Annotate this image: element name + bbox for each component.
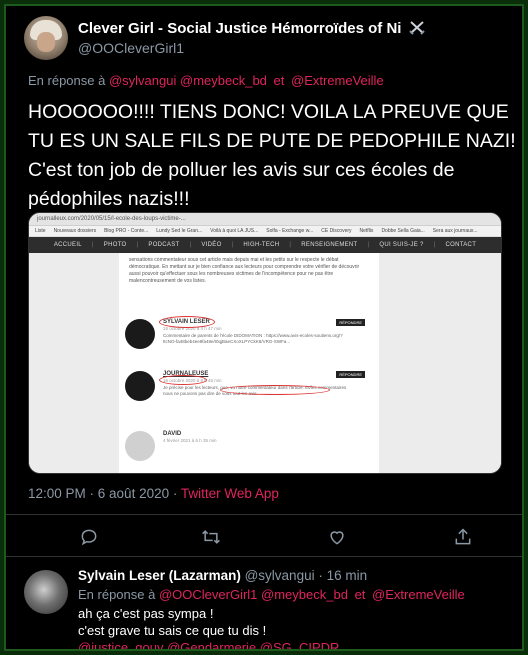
tweet-text-line: HOOOOOO!!!! TIENS DONC! VOILA LA PREUVE …: [28, 101, 509, 123]
site-nav-item: RENSEIGNEMENT: [301, 242, 358, 248]
reply-prefix: En réponse à: [28, 73, 106, 88]
tweet-timestamp[interactable]: 12:00 PM · 6 août 2020 ·: [28, 486, 177, 501]
mention-extremeveille[interactable]: @ExtremeVeille: [291, 73, 384, 88]
author-avatar[interactable]: [24, 16, 68, 60]
reply-text-line: c'est grave tu sais ce que tu dis !: [78, 623, 267, 638]
bookmark-item: Dobbe Sella Gaia...: [381, 228, 425, 234]
site-nav-item: PODCAST: [148, 242, 180, 248]
site-nav-item: CONTACT: [445, 242, 477, 248]
site-nav-item: VIDÉO: [201, 242, 222, 248]
mention-cleverGirl[interactable]: @OOCleverGirl1: [159, 587, 257, 602]
article-column: sensations commentateur sous cet article…: [119, 253, 379, 473]
like-icon[interactable]: [326, 526, 348, 548]
tweet-text-line: C'est ton job de polluer les avis sur ce…: [28, 159, 455, 181]
bookmark-item: Solfa - Exchange w...: [266, 228, 314, 234]
comment-date: 4 février 2021 à 6 h 35 min: [163, 438, 217, 443]
highlight-circle: [220, 385, 330, 395]
bookmark-item: Liste: [35, 228, 46, 234]
author-name[interactable]: Clever Girl - Social Justice Hémorroïdes…: [78, 20, 425, 37]
divider: [6, 514, 522, 515]
comment-avatar: [125, 431, 155, 461]
mention-conjunction: et: [354, 587, 366, 602]
bookmark-item: Netflix: [359, 228, 374, 234]
site-nav-item: QUI SUIS-JE ?: [379, 242, 424, 248]
tweet-actions: [6, 522, 522, 552]
bookmark-item: Sera aux journaux...: [432, 228, 478, 234]
reply-age[interactable]: 16 min: [327, 568, 368, 583]
bookmarks-bar: Liste Nouveaux dossiers Blog PRO - Conte…: [29, 226, 501, 237]
site-nav-item: PHOTO: [103, 242, 127, 248]
reply-text-line: ah ça c'est pas sympa !: [78, 606, 214, 621]
bookmark-item: Voilà à quoi LA JUS...: [210, 228, 259, 234]
window-frame: Clever Girl - Social Justice Hémorroïdes…: [4, 4, 524, 651]
bookmark-item: Nouveaux dossiers: [53, 228, 97, 234]
tweet-text: HOOOOOO!!!! TIENS DONC! VOILA LA PREUVE …: [28, 98, 516, 214]
page-content: sensations commentateur sous cet article…: [29, 253, 501, 473]
author-handle[interactable]: @OOCleverGirl1: [78, 40, 184, 56]
bookmark-item: Blog PRO - Conte...: [104, 228, 149, 234]
site-nav: ACCUEIL | PHOTO | PODCAST | VIDÉO | HIGH-TEC…: [29, 237, 501, 253]
bookmark-item: CE Discovery: [321, 228, 352, 234]
reply-author-line: Sylvain Leser (Lazarman) @sylvangui · 16…: [78, 568, 367, 583]
reply-author-handle[interactable]: @sylvangui: [245, 568, 315, 583]
comment-reply-button: RÉPONDRE: [336, 371, 365, 378]
tweet-source[interactable]: Twitter Web App: [181, 486, 279, 501]
reply-author-name[interactable]: Sylvain Leser (Lazarman): [78, 568, 241, 583]
reply-author-avatar[interactable]: [24, 570, 68, 614]
author-name-text: Clever Girl - Social Justice Hémorroïdes…: [78, 20, 402, 37]
retweet-icon[interactable]: [200, 526, 222, 548]
site-nav-item: HIGH-TECH: [243, 242, 280, 248]
browser-url-bar: journalleux.com/2020/05/15/l-ecole-des-l…: [29, 213, 501, 226]
mention-sylvangui[interactable]: @sylvangui: [109, 73, 176, 88]
divider: [6, 556, 522, 557]
share-icon[interactable]: [452, 526, 474, 548]
reply-context: En réponse à @sylvangui @meybeck_bd et @…: [28, 73, 384, 88]
reply-context: En réponse à @OOCleverGirl1 @meybeck_bd …: [78, 587, 465, 602]
crossed-swords-icon: [408, 21, 425, 35]
tweet-meta: 12:00 PM · 6 août 2020 · Twitter Web App: [28, 486, 279, 501]
comment-avatar: [125, 319, 155, 349]
comment-reply-button: RÉPONDRE: [336, 319, 365, 326]
reply-separator: ·: [318, 568, 323, 583]
reply-icon[interactable]: [78, 526, 100, 548]
avatar-face: [37, 32, 55, 52]
site-nav-item: ACCUEIL: [53, 242, 82, 248]
comment-body: Commentaire de parents de l'école DIDOMA…: [163, 333, 343, 344]
comment-name: DAVID: [163, 431, 182, 437]
reply-prefix: En réponse à: [78, 587, 156, 602]
highlight-circle: [159, 316, 215, 328]
reply-tags[interactable]: @justice_gouv @Gendarmerie @SG_CIPDR: [78, 639, 339, 649]
mention-meybeck[interactable]: @meybeck_bd: [180, 73, 267, 88]
article-paragraph: sensations commentateur sous cet article…: [129, 257, 360, 284]
comment-avatar: [125, 371, 155, 401]
tweet-text-line: pédophiles nazis!!!: [28, 188, 190, 210]
reply-text: ah ça c'est pas sympa ! c'est grave tu s…: [78, 605, 339, 649]
mention-conjunction: et: [273, 73, 285, 88]
tweet-text-line: TU ES UN SALE FILS DE PUTE DE PEDOPHILE …: [28, 130, 516, 152]
bookmark-item: Lundy Sed le Gran...: [156, 228, 203, 234]
mention-meybeck[interactable]: @meybeck_bd: [261, 587, 348, 602]
url-text: journalleux.com/2020/05/15/l-ecole-des-l…: [37, 216, 186, 222]
tweet-media-screenshot[interactable]: journalleux.com/2020/05/15/l-ecole-des-l…: [28, 212, 502, 474]
mention-extremeveille[interactable]: @ExtremeVeille: [372, 587, 465, 602]
highlight-circle: [159, 375, 207, 385]
